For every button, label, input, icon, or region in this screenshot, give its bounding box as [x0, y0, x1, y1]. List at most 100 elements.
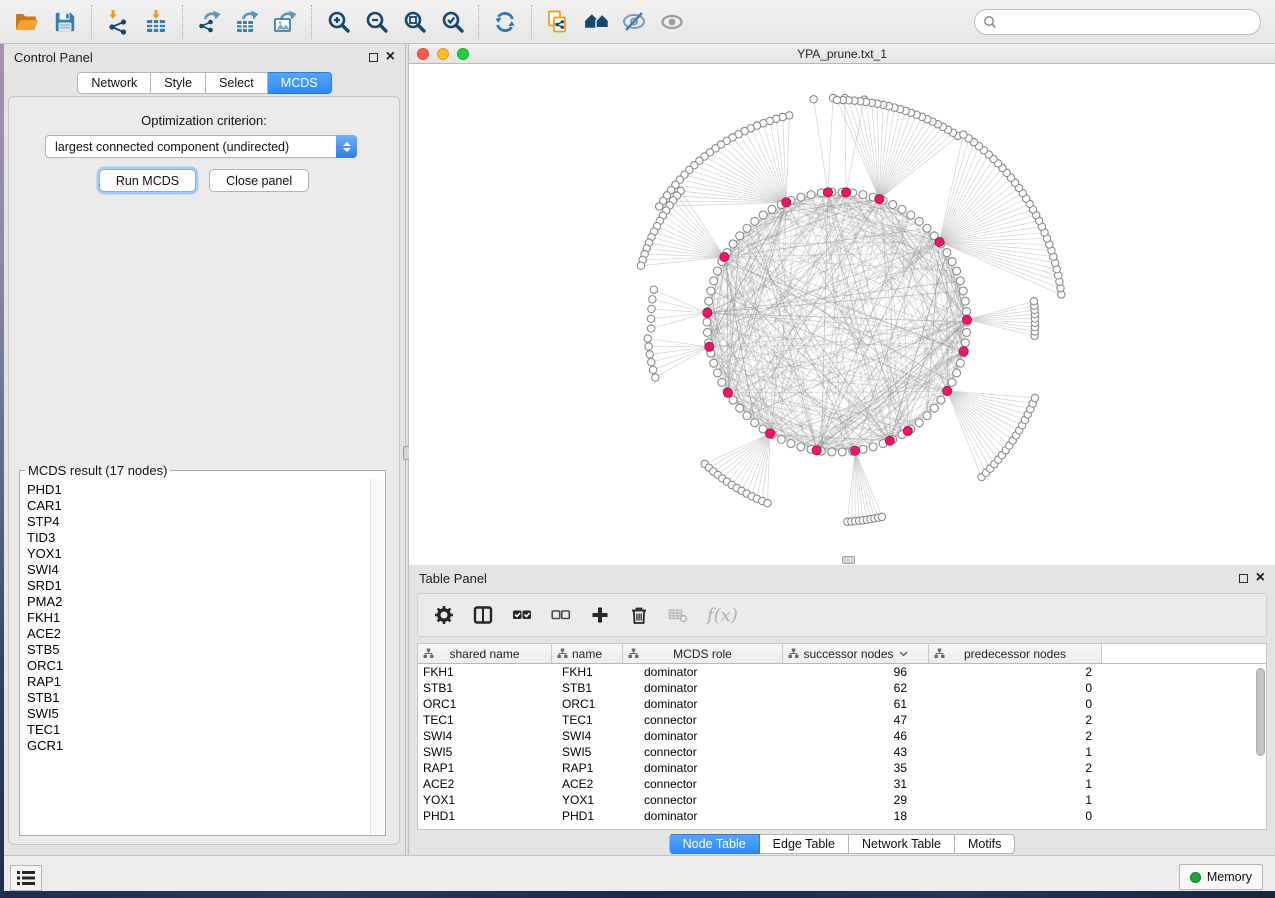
- horizontal-splitter-handle[interactable]: [842, 556, 855, 564]
- table-row[interactable]: TEC1 TEC1 connector 47 2: [418, 712, 1266, 728]
- hide-graphics-details-icon[interactable]: [615, 3, 653, 41]
- table-row[interactable]: YOX1 YOX1 connector 29 1: [418, 792, 1266, 808]
- search-icon: [983, 15, 997, 29]
- export-table-icon[interactable]: [228, 3, 266, 41]
- show-column-panel-icon[interactable]: [473, 605, 493, 625]
- mcds-list-scrollbar[interactable]: [370, 479, 384, 834]
- search-input[interactable]: [997, 15, 1260, 29]
- table-scrollbar[interactable]: [1255, 666, 1265, 827]
- zoom-in-icon[interactable]: [319, 3, 357, 41]
- mcds-node-item[interactable]: SRD1: [27, 578, 369, 594]
- app-window: Control Panel × NetworkStyleSelectMCDS O…: [0, 0, 1275, 898]
- refresh-layout-icon[interactable]: [486, 3, 524, 41]
- attribute-type-icon: [557, 648, 568, 662]
- mcds-node-item[interactable]: STP4: [27, 514, 369, 530]
- clone-network-icon[interactable]: [539, 3, 577, 41]
- control-panel-title: Control Panel: [14, 50, 93, 65]
- open-file-icon[interactable]: [8, 3, 46, 41]
- desktop-wallpaper-bottom: [0, 891, 1275, 898]
- mcds-node-item[interactable]: FKH1: [27, 610, 369, 626]
- mcds-node-item[interactable]: GCR1: [27, 738, 369, 754]
- network-graph[interactable]: [409, 65, 1275, 565]
- mcds-tab-content: Optimization criterion: largest connecte…: [8, 96, 400, 845]
- mcds-node-item[interactable]: PMA2: [27, 594, 369, 610]
- criterion-select[interactable]: largest connected component (undirected): [45, 135, 357, 158]
- table-tabs: Node TableEdge TableNetwork TableMotifs: [409, 834, 1275, 854]
- float-panel-icon[interactable]: [369, 53, 378, 62]
- import-table-icon[interactable]: [137, 3, 175, 41]
- export-network-icon[interactable]: [190, 3, 228, 41]
- table-panel-title: Table Panel: [419, 571, 487, 586]
- zoom-out-icon[interactable]: [357, 3, 395, 41]
- mcds-node-item[interactable]: PHD1: [27, 482, 369, 498]
- zoom-selected-icon[interactable]: [433, 3, 471, 41]
- task-list-icon: [15, 869, 37, 887]
- mcds-node-item[interactable]: YOX1: [27, 546, 369, 562]
- attribute-type-icon: [788, 648, 799, 662]
- mcds-node-item[interactable]: CAR1: [27, 498, 369, 514]
- mcds-node-item[interactable]: ORC1: [27, 658, 369, 674]
- mcds-result-title: MCDS result (17 nodes): [25, 463, 170, 478]
- network-window-titlebar[interactable]: YPA_prune.txt_1: [409, 44, 1275, 64]
- column-header[interactable]: shared name: [418, 644, 552, 663]
- control-panel-tab[interactable]: Select: [206, 72, 268, 94]
- mcds-node-item[interactable]: TEC1: [27, 722, 369, 738]
- save-session-icon[interactable]: [46, 3, 84, 41]
- control-panel-tab[interactable]: Network: [77, 72, 151, 94]
- mcds-node-item[interactable]: STB1: [27, 690, 369, 706]
- column-header[interactable]: successor nodes: [783, 644, 929, 663]
- table-tab[interactable]: Motifs: [955, 834, 1015, 854]
- memory-button[interactable]: Memory: [1179, 864, 1263, 890]
- mcds-result-box: MCDS result (17 nodes) PHD1CAR1STP4TID3Y…: [19, 463, 386, 836]
- table-panel-header: Table Panel ×: [409, 565, 1275, 591]
- toolbar-separator: [531, 5, 532, 39]
- mcds-node-item[interactable]: TID3: [27, 530, 369, 546]
- close-panel-icon[interactable]: ×: [1256, 573, 1265, 583]
- control-panel-tab[interactable]: MCDS: [268, 72, 332, 94]
- column-header[interactable]: MCDS role: [623, 644, 783, 663]
- mcds-node-item[interactable]: SWI5: [27, 706, 369, 722]
- export-image-icon[interactable]: [266, 3, 304, 41]
- task-history-button[interactable]: [10, 865, 42, 891]
- delete-column-icon[interactable]: [629, 605, 649, 625]
- mcds-node-item[interactable]: STB5: [27, 642, 369, 658]
- mcds-node-item[interactable]: RAP1: [27, 674, 369, 690]
- table-row[interactable]: ORC1 ORC1 dominator 61 0: [418, 696, 1266, 712]
- node-table-body: FKH1 FKH1 dominator 96 2 STB1 STB1 domin…: [418, 664, 1266, 824]
- close-panel-icon[interactable]: ×: [386, 52, 395, 62]
- show-graphics-details-icon[interactable]: [653, 3, 691, 41]
- table-row[interactable]: STB1 STB1 dominator 62 0: [418, 680, 1266, 696]
- mcds-node-item[interactable]: SWI4: [27, 562, 369, 578]
- float-panel-icon[interactable]: [1239, 574, 1248, 583]
- table-tab[interactable]: Network Table: [849, 834, 955, 854]
- search-sites-icon[interactable]: [577, 3, 615, 41]
- deselect-all-icon[interactable]: [551, 605, 571, 625]
- network-canvas[interactable]: [409, 65, 1275, 565]
- control-panel-tab[interactable]: Style: [151, 72, 206, 94]
- column-header[interactable]: name: [552, 644, 623, 663]
- zoom-fit-icon[interactable]: [395, 3, 433, 41]
- optimization-criterion-label: Optimization criterion:: [9, 113, 399, 128]
- close-panel-button[interactable]: Close panel: [209, 169, 309, 192]
- table-scrollbar-thumb[interactable]: [1256, 668, 1265, 756]
- mcds-result-list: PHD1CAR1STP4TID3YOX1SWI4SRD1PMA2FKH1ACE2…: [21, 482, 369, 834]
- table-row[interactable]: SWI4 SWI4 dominator 46 2: [418, 728, 1266, 744]
- table-row[interactable]: RAP1 RAP1 dominator 35 2: [418, 760, 1266, 776]
- dropdown-stepper-icon: [336, 135, 357, 158]
- add-column-icon[interactable]: [590, 605, 610, 625]
- toolbar-separator: [478, 5, 479, 39]
- table-options-gear-icon[interactable]: [434, 605, 454, 625]
- mcds-node-item[interactable]: ACE2: [27, 626, 369, 642]
- run-mcds-button[interactable]: Run MCDS: [99, 169, 196, 192]
- table-tab[interactable]: Edge Table: [760, 834, 849, 854]
- search-box[interactable]: [974, 9, 1261, 35]
- table-tab[interactable]: Node Table: [669, 834, 760, 854]
- select-all-icon[interactable]: [512, 605, 532, 625]
- table-row[interactable]: ACE2 ACE2 connector 31 1: [418, 776, 1266, 792]
- table-row[interactable]: SWI5 SWI5 connector 43 1: [418, 744, 1266, 760]
- table-row[interactable]: FKH1 FKH1 dominator 96 2: [418, 664, 1266, 680]
- table-row[interactable]: PHD1 PHD1 dominator 18 0: [418, 808, 1266, 824]
- attribute-type-icon: [628, 648, 639, 662]
- import-network-icon[interactable]: [99, 3, 137, 41]
- column-header[interactable]: predecessor nodes: [929, 644, 1102, 663]
